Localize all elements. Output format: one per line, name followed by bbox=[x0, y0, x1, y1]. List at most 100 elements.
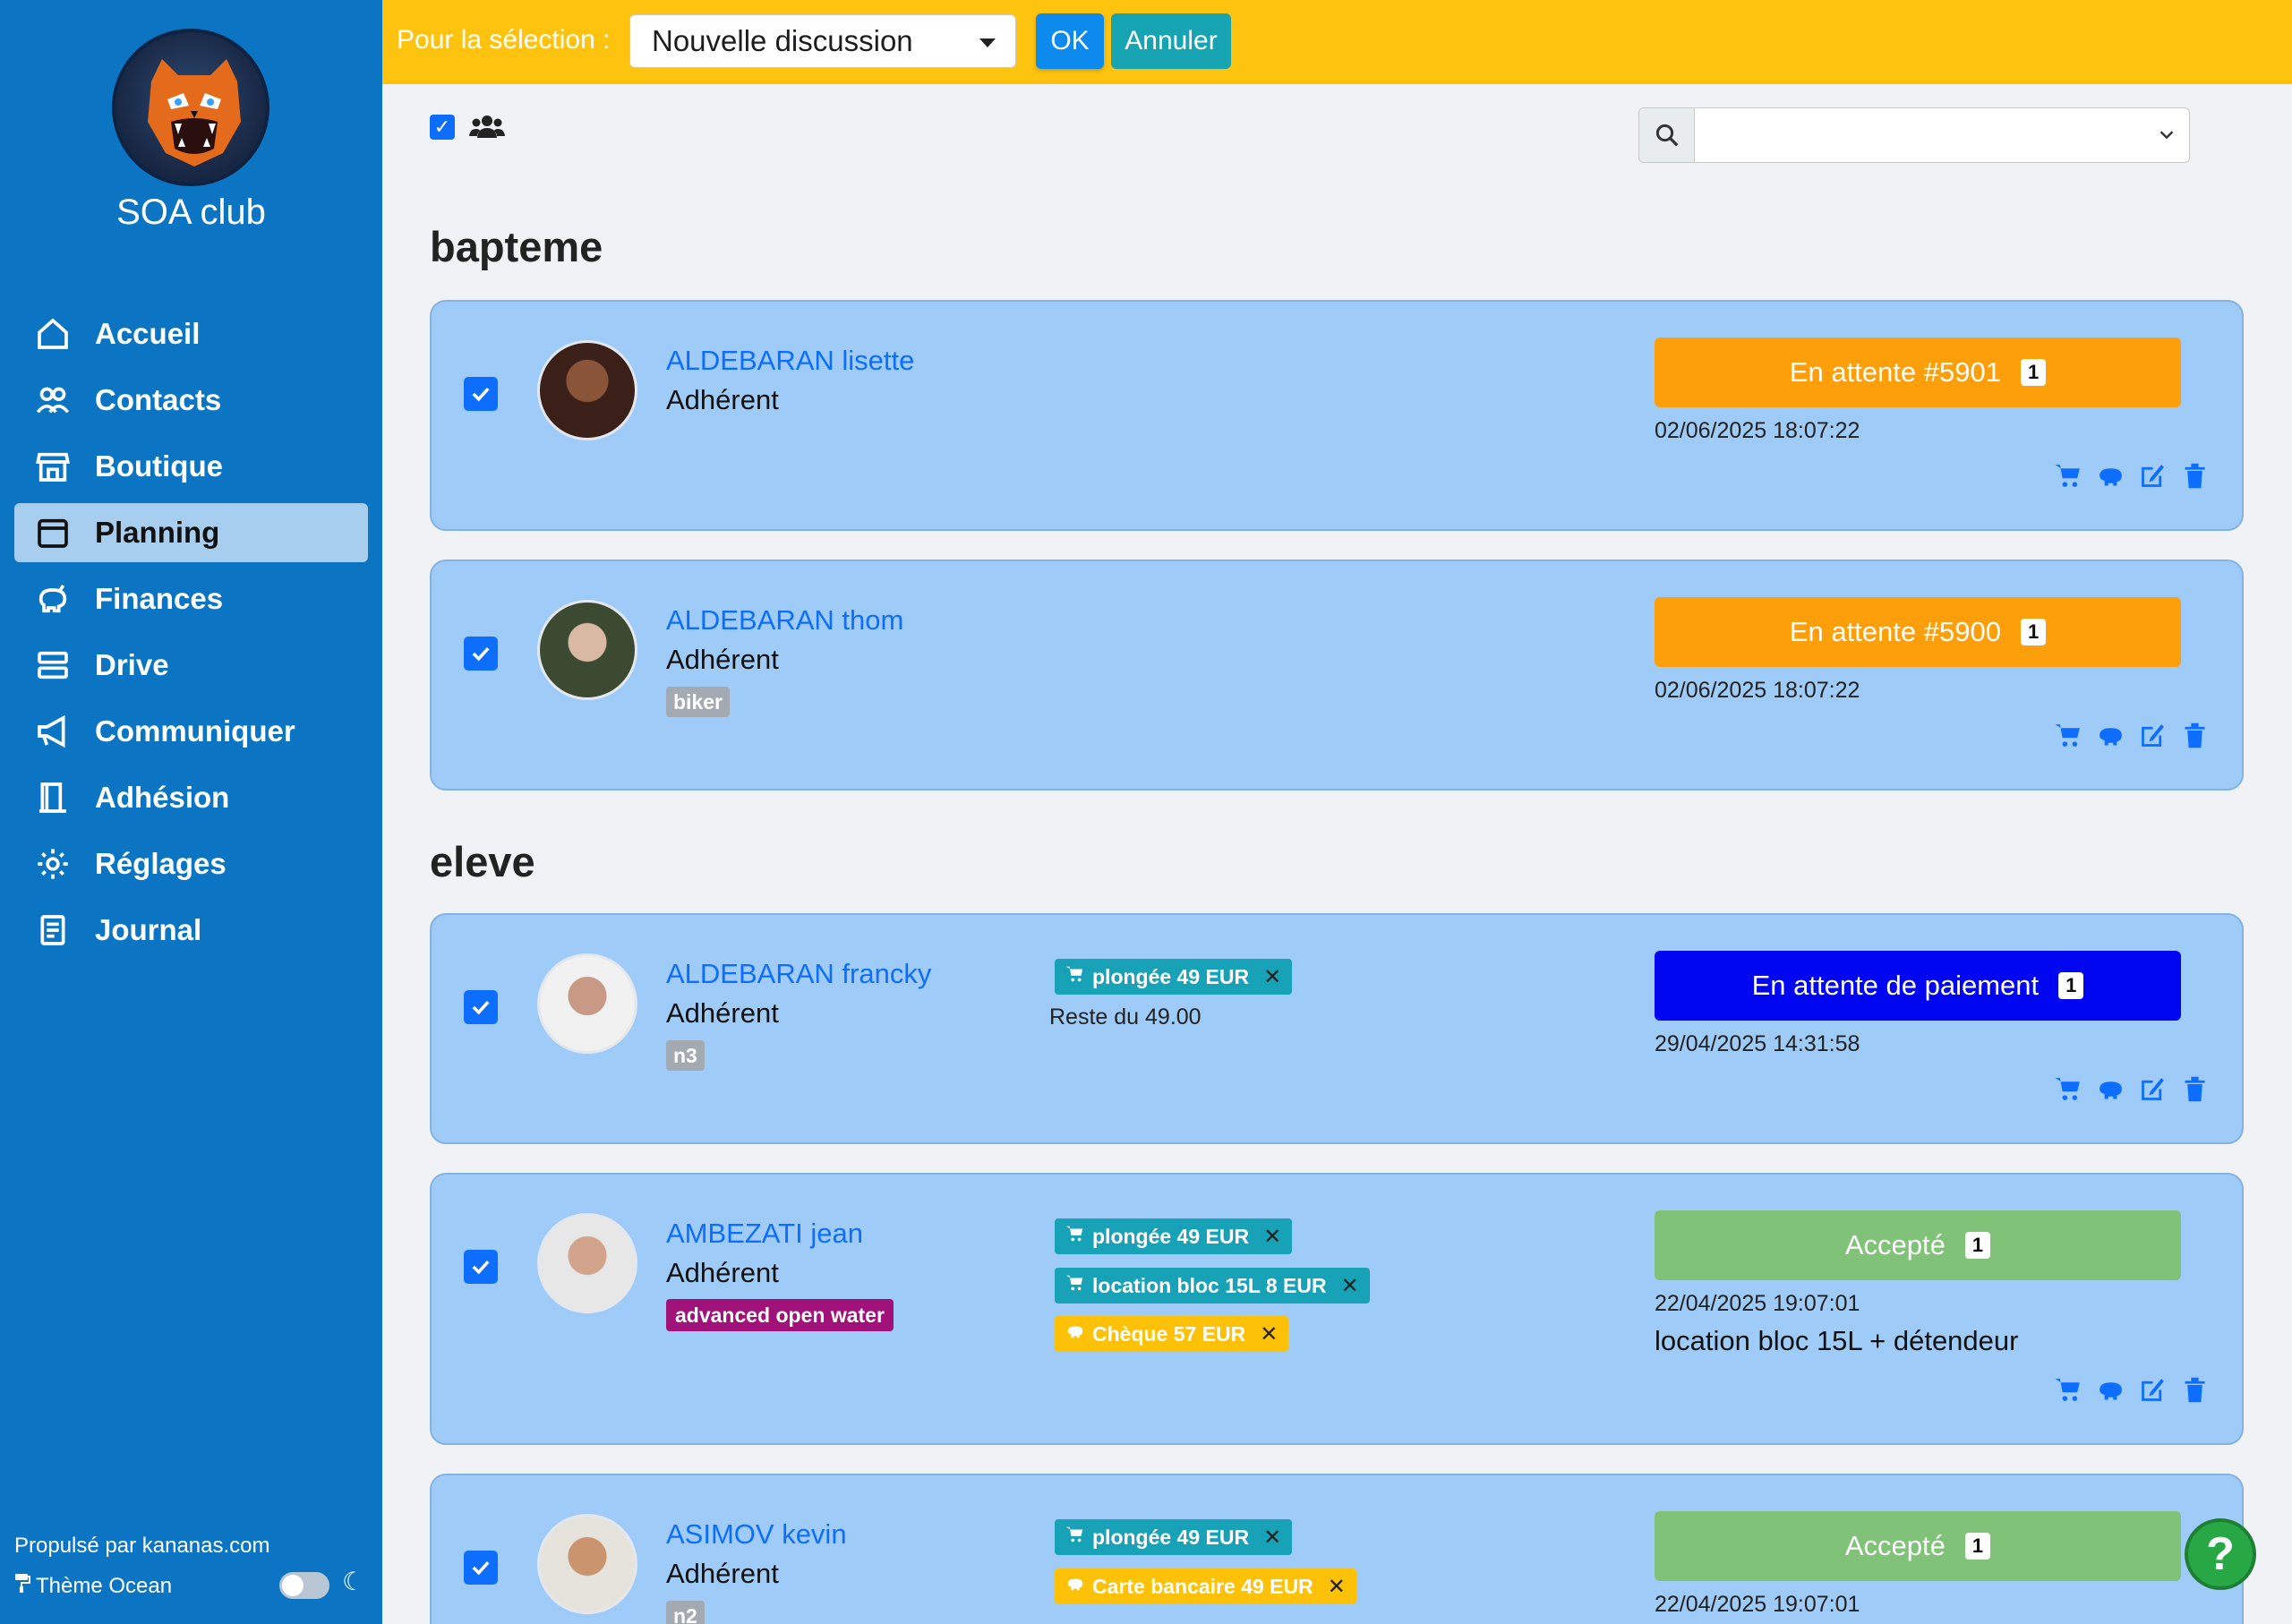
remove-chip-icon[interactable]: ✕ bbox=[1341, 1273, 1359, 1299]
piggy-bank-icon bbox=[1065, 1321, 1085, 1346]
piggy-bank-icon[interactable] bbox=[2096, 1375, 2125, 1409]
moon-icon: ☾ bbox=[342, 1568, 365, 1595]
paint-roller-icon bbox=[14, 1573, 30, 1599]
users-icon[interactable] bbox=[469, 113, 505, 146]
piggy-bank-icon[interactable] bbox=[2096, 1074, 2125, 1108]
participant-role: Adhérent bbox=[666, 384, 779, 415]
participant-name[interactable]: AMBEZATI jean bbox=[666, 1218, 863, 1250]
payment-chip[interactable]: Chèque 57 EUR ✕ bbox=[1055, 1316, 1289, 1352]
piggy-bank-icon[interactable] bbox=[2096, 721, 2125, 755]
status-count: 1 bbox=[1964, 1533, 1991, 1560]
nav-item-label: Communiquer bbox=[95, 714, 295, 748]
status-button[interactable]: Accepté 1 bbox=[1655, 1511, 2181, 1581]
trash-icon[interactable] bbox=[2180, 1375, 2210, 1409]
nav-item-adhesion[interactable]: Adhésion bbox=[14, 768, 368, 827]
cancel-button[interactable]: Annuler bbox=[1111, 13, 1231, 69]
participant-name[interactable]: ASIMOV kevin bbox=[666, 1518, 847, 1551]
nav-item-accueil[interactable]: Accueil bbox=[14, 304, 368, 363]
participant-name[interactable]: ALDEBARAN francky bbox=[666, 958, 931, 990]
nav-item-contacts[interactable]: Contacts bbox=[14, 371, 368, 430]
nav-item-journal[interactable]: Journal bbox=[14, 901, 368, 960]
product-chip[interactable]: plongée 49 EUR ✕ bbox=[1055, 959, 1293, 995]
nav-item-boutique[interactable]: Boutique bbox=[14, 437, 368, 496]
nav-item-drive[interactable]: Drive bbox=[14, 636, 368, 695]
edit-icon[interactable] bbox=[2138, 1375, 2168, 1409]
participant-card: ALDEBARAN francky Adhérent n3 plongée 49… bbox=[430, 913, 2244, 1144]
nav-item-label: Boutique bbox=[95, 449, 223, 483]
club-logo[interactable] bbox=[112, 29, 269, 186]
nav-item-planning[interactable]: Planning bbox=[14, 503, 368, 562]
participant-checkbox[interactable] bbox=[464, 990, 498, 1024]
main-nav: Accueil Contacts Boutique Planning Finan… bbox=[14, 304, 368, 967]
status-button[interactable]: En attente #5900 1 bbox=[1655, 597, 2181, 667]
edit-icon[interactable] bbox=[2138, 721, 2168, 755]
status-button[interactable]: En attente #5901 1 bbox=[1655, 338, 2181, 407]
cart-icon bbox=[1065, 1273, 1085, 1298]
edit-icon[interactable] bbox=[2138, 1074, 2168, 1108]
remove-chip-icon[interactable]: ✕ bbox=[1263, 964, 1281, 990]
nav-item-label: Finances bbox=[95, 582, 224, 615]
status-count: 1 bbox=[2020, 359, 2047, 386]
server-icon bbox=[34, 646, 72, 684]
search-icon[interactable] bbox=[1639, 108, 1695, 162]
participant-checkbox[interactable] bbox=[464, 1250, 498, 1284]
participant-checkbox[interactable] bbox=[464, 1551, 498, 1585]
piggy-bank-icon[interactable] bbox=[2096, 461, 2125, 495]
trash-icon[interactable] bbox=[2180, 461, 2210, 495]
cart-icon[interactable] bbox=[2054, 1375, 2083, 1409]
cart-icon[interactable] bbox=[2054, 721, 2083, 755]
participant-tag: n2 bbox=[666, 1601, 705, 1624]
product-chip[interactable]: plongée 49 EUR ✕ bbox=[1055, 1218, 1293, 1254]
payment-chip[interactable]: Carte bancaire 49 EUR ✕ bbox=[1055, 1568, 1356, 1604]
participant-tag: n3 bbox=[666, 1040, 705, 1071]
nav-item-label: Journal bbox=[95, 913, 202, 946]
remove-chip-icon[interactable]: ✕ bbox=[1328, 1574, 1346, 1600]
help-button[interactable]: ? bbox=[2185, 1518, 2256, 1590]
chevron-down-icon[interactable] bbox=[2157, 124, 2177, 149]
search-field[interactable] bbox=[1638, 107, 2190, 163]
calendar-icon bbox=[34, 514, 72, 551]
remove-chip-icon[interactable]: ✕ bbox=[1263, 1224, 1281, 1250]
participant-name[interactable]: ALDEBARAN thom bbox=[666, 604, 903, 637]
remove-chip-icon[interactable]: ✕ bbox=[1263, 1525, 1281, 1551]
status-button[interactable]: En attente de paiement 1 bbox=[1655, 951, 2181, 1021]
nav-item-communiquer[interactable]: Communiquer bbox=[14, 702, 368, 761]
action-select[interactable]: Nouvelle discussion bbox=[629, 14, 1016, 68]
participant-checkbox[interactable] bbox=[464, 377, 498, 411]
card-actions bbox=[2054, 1074, 2210, 1108]
ok-button[interactable]: OK bbox=[1036, 13, 1104, 69]
cart-icon[interactable] bbox=[2054, 1074, 2083, 1108]
status-count: 1 bbox=[2020, 619, 2047, 645]
cart-icon bbox=[1065, 964, 1085, 989]
participant-role: Adhérent bbox=[666, 1558, 779, 1589]
cart-icon[interactable] bbox=[2054, 461, 2083, 495]
participant-card: AMBEZATI jean Adhérent advanced open wat… bbox=[430, 1173, 2244, 1445]
product-chip[interactable]: plongée 49 EUR ✕ bbox=[1055, 1519, 1293, 1555]
status-count: 1 bbox=[1964, 1232, 1991, 1259]
avatar[interactable] bbox=[537, 600, 637, 700]
participant-role: Adhérent bbox=[666, 997, 779, 1029]
participant-name[interactable]: ALDEBARAN lisette bbox=[666, 345, 914, 377]
trash-icon[interactable] bbox=[2180, 1074, 2210, 1108]
status-button[interactable]: Accepté 1 bbox=[1655, 1210, 2181, 1280]
avatar[interactable] bbox=[537, 953, 637, 1054]
chip-label: plongée 49 EUR bbox=[1092, 1525, 1250, 1549]
product-chip[interactable]: location bloc 15L 8 EUR ✕ bbox=[1055, 1268, 1370, 1303]
avatar[interactable] bbox=[537, 340, 637, 440]
dark-mode-toggle[interactable] bbox=[279, 1572, 329, 1599]
avatar[interactable] bbox=[537, 1213, 637, 1313]
edit-icon[interactable] bbox=[2138, 461, 2168, 495]
select-all-checkbox[interactable]: ✓ bbox=[430, 115, 455, 140]
status-label: Accepté bbox=[1844, 1530, 1946, 1561]
nav-item-finances[interactable]: Finances bbox=[14, 569, 368, 628]
powered-by[interactable]: Propulsé par kananas.com bbox=[14, 1534, 270, 1559]
remaining-due: Reste du 49.00 bbox=[1049, 1004, 1202, 1030]
participant-checkbox[interactable] bbox=[464, 637, 498, 671]
status-date: 29/04/2025 14:31:58 bbox=[1655, 1031, 1860, 1056]
status-label: Accepté bbox=[1844, 1229, 1946, 1261]
remove-chip-icon[interactable]: ✕ bbox=[1260, 1321, 1278, 1347]
nav-item-reglages[interactable]: Réglages bbox=[14, 834, 368, 893]
status-date: 02/06/2025 18:07:22 bbox=[1655, 418, 1860, 443]
avatar[interactable] bbox=[537, 1514, 637, 1614]
trash-icon[interactable] bbox=[2180, 721, 2210, 755]
